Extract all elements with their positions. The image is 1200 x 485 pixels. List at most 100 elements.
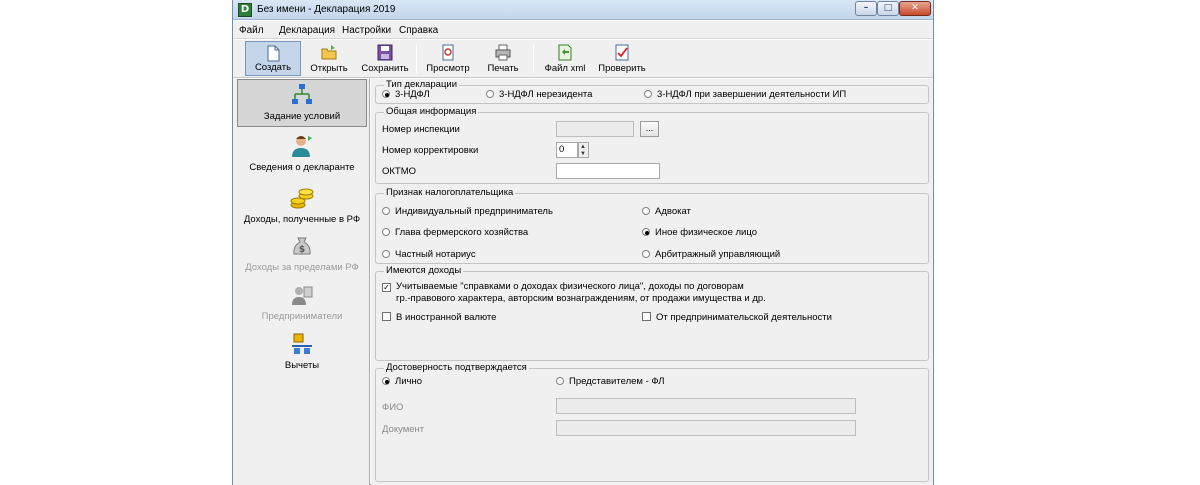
radio-label: Адвокат: [655, 206, 691, 217]
checkbox-reported-income[interactable]: ✓ Учитываемые "справками о доходах физиче…: [382, 281, 744, 292]
confirmation-group: Достоверность подтверждается Лично Предс…: [375, 363, 929, 482]
svg-text:$: $: [299, 245, 305, 255]
close-button[interactable]: ✕: [899, 1, 931, 16]
taxpayer-group: Признак налогоплательщика Индивидуальный…: [375, 188, 929, 264]
checkbox-indicator: [642, 312, 651, 321]
radio-indicator: [642, 207, 650, 215]
preview-button[interactable]: Просмотр: [421, 41, 475, 76]
xml-file-icon: [558, 44, 572, 61]
deductions-icon: [292, 333, 312, 354]
menu-file[interactable]: Файл: [239, 25, 264, 36]
conditions-tree-icon: [292, 84, 312, 104]
checkbox-label: От предпринимательской деятельности: [656, 312, 832, 323]
sidebar-item-conditions[interactable]: Задание условий: [237, 79, 367, 127]
radio-indicator: [382, 90, 390, 98]
radio-arbitration-manager[interactable]: Арбитражный управляющий: [642, 249, 780, 260]
stepper-buttons[interactable]: ▲ ▼: [578, 142, 589, 158]
money-bag-icon: $: [293, 237, 311, 255]
radio-lawyer[interactable]: Адвокат: [642, 206, 691, 217]
group-title: Общая информация: [384, 106, 479, 117]
app-window: D Без имени - Декларация 2019 – □ ✕ Файл…: [232, 0, 934, 485]
radio-farm-head[interactable]: Глава фермерского хозяйства: [382, 227, 528, 238]
inspection-browse-button[interactable]: ...: [640, 121, 659, 137]
radio-notary[interactable]: Частный нотариус: [382, 249, 476, 260]
radio-indicator: [382, 228, 390, 236]
menu-bar: Файл Декларация Настройки Справка: [233, 21, 933, 39]
radio-label: Частный нотариус: [395, 249, 476, 260]
open-folder-icon: [321, 45, 337, 60]
menu-settings[interactable]: Настройки: [342, 25, 391, 36]
radio-3ndfl[interactable]: 3-НДФЛ: [382, 89, 430, 100]
sidebar-item-entrepreneurs[interactable]: Предприниматели: [237, 280, 367, 328]
main-content: Тип декларации 3-НДФЛ 3-НДФЛ нерезидента…: [371, 79, 933, 485]
radio-label: Лично: [395, 376, 423, 387]
sidebar-item-income-rf[interactable]: Доходы, полученные в РФ: [237, 183, 367, 231]
entrepreneur-icon: [292, 286, 313, 305]
menu-declaration[interactable]: Декларация: [279, 25, 335, 36]
general-info-group: Общая информация Номер инспекции ... Ном…: [375, 107, 929, 184]
correction-stepper[interactable]: 0 ▲ ▼: [556, 142, 590, 158]
radio-representative[interactable]: Представителем - ФЛ: [556, 376, 665, 387]
oktmo-field[interactable]: [556, 163, 660, 179]
inspection-label: Номер инспекции: [382, 124, 460, 135]
checkbox-business-income[interactable]: От предпринимательской деятельности: [642, 312, 832, 323]
title-bar: D Без имени - Декларация 2019 – □ ✕: [233, 0, 933, 20]
sidebar-label: Сведения о декларанте: [249, 162, 355, 173]
radio-3ndfl-nonresident[interactable]: 3-НДФЛ нерезидента: [486, 89, 592, 100]
xml-file-button[interactable]: Файл xml: [539, 41, 591, 76]
radio-label: 3-НДФЛ: [395, 89, 430, 100]
window-title: Без имени - Декларация 2019: [257, 4, 396, 15]
sidebar: Задание условий Сведения о декларанте До…: [233, 79, 370, 485]
radio-other-person[interactable]: Иное физическое лицо: [642, 227, 757, 238]
checkbox-indicator: [382, 312, 391, 321]
checkbox-label: Учитываемые "справками о доходах физичес…: [396, 281, 744, 292]
sidebar-item-income-abroad[interactable]: $ Доходы за пределами РФ: [237, 231, 367, 279]
sidebar-label: Задание условий: [263, 111, 341, 122]
sidebar-label: Доходы, полученные в РФ: [243, 214, 361, 225]
spin-up-icon[interactable]: ▲: [580, 144, 586, 150]
radio-label: 3-НДФЛ нерезидента: [499, 89, 593, 100]
toolbar-separator: [533, 44, 534, 73]
radio-indicator: [486, 90, 494, 98]
sidebar-item-deductions[interactable]: Вычеты: [237, 329, 367, 377]
checkbox-label: В иностранной валюте: [396, 312, 497, 323]
fio-field[interactable]: [556, 398, 856, 414]
radio-personally[interactable]: Лично: [382, 376, 422, 387]
sidebar-label: Вычеты: [284, 360, 320, 371]
radio-label: 3-НДФЛ при завершении деятельности ИП: [657, 89, 847, 100]
minimize-button[interactable]: –: [855, 1, 877, 16]
oktmo-label: ОКТМО: [382, 166, 417, 177]
radio-indicator: [382, 250, 390, 258]
radio-ip[interactable]: Индивидуальный предприниматель: [382, 206, 553, 217]
correction-value[interactable]: 0: [556, 142, 578, 158]
radio-label: Иное физическое лицо: [655, 227, 757, 238]
sidebar-label: Доходы за пределами РФ: [245, 262, 359, 273]
save-button[interactable]: Сохранить: [357, 41, 413, 76]
document-field[interactable]: [556, 420, 856, 436]
open-button[interactable]: Открыть: [303, 41, 355, 76]
radio-label: Представителем - ФЛ: [569, 376, 665, 387]
checkbox-foreign-currency[interactable]: В иностранной валюте: [382, 312, 496, 323]
radio-3ndfl-ip-end[interactable]: 3-НДФЛ при завершении деятельности ИП: [644, 89, 846, 100]
check-button[interactable]: Проверить: [593, 41, 651, 76]
app-icon: D: [238, 3, 252, 17]
group-title: Достоверность подтверждается: [384, 362, 529, 373]
declaration-type-group: Тип декларации 3-НДФЛ 3-НДФЛ нерезидента…: [375, 80, 929, 104]
sidebar-item-declarant[interactable]: Сведения о декларанте: [237, 131, 367, 179]
save-label: Сохранить: [361, 63, 409, 74]
check-document-icon: [615, 44, 629, 61]
radio-indicator: [382, 207, 390, 215]
print-button[interactable]: Печать: [479, 41, 527, 76]
create-button[interactable]: Создать: [245, 41, 301, 76]
checkbox-indicator: ✓: [382, 283, 391, 292]
inspection-field[interactable]: [556, 121, 634, 137]
spin-down-icon[interactable]: ▼: [580, 151, 586, 157]
maximize-button[interactable]: □: [877, 1, 899, 16]
menu-help[interactable]: Справка: [399, 25, 438, 36]
xml-file-label: Файл xml: [544, 63, 586, 74]
preview-icon: [442, 44, 454, 61]
save-floppy-icon: [377, 44, 393, 61]
print-label: Печать: [487, 63, 519, 74]
radio-indicator: [556, 377, 564, 385]
new-document-icon: [267, 45, 280, 62]
